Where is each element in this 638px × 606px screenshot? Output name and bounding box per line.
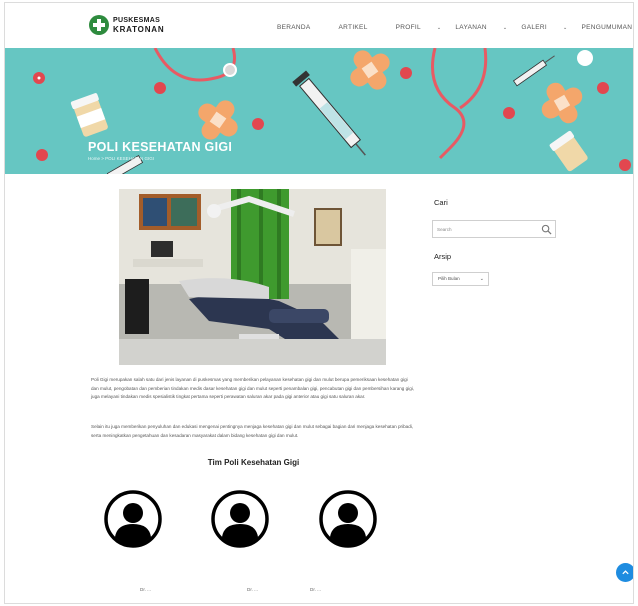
archive-month-select[interactable]: Pilih Bulan ⌄ [432,272,489,286]
search-input[interactable] [437,225,537,234]
nav-item-artikel[interactable]: ARTIKEL [339,24,382,31]
medical-cross-icon [89,15,109,35]
breadcrumb[interactable]: Home > POLI KESEHATAN GIGI [88,156,154,161]
logo-text: PUSKESMAS KRATONAN [113,16,164,34]
team-member-name: Dr. ... [247,587,258,592]
nav-item-galeri[interactable]: GALERI ⌄ [521,24,567,31]
user-avatar-icon [319,490,377,548]
team-section-title: Tim Poli Kesehatan Gigi [207,458,300,467]
team-member-name: Dr. ... [310,587,321,592]
brand-line2: KRATONAN [113,25,165,34]
chevron-down-icon: ⌄ [502,25,508,31]
main-nav: BERANDA ARTIKEL PROFIL ⌄ LAYANAN ⌄ GALERI ⌄… [277,24,633,31]
nav-label: ARTIKEL [338,24,368,31]
nav-item-layanan[interactable]: LAYANAN ⌄ [455,24,507,31]
nav-label: GALERI [521,24,548,31]
chevron-down-icon: ⌄ [436,25,442,31]
nav-item-beranda[interactable]: BERANDA [277,24,325,31]
scroll-to-top-button[interactable] [616,563,633,582]
page-frame: PUSKESMAS KRATONAN BERANDA ARTIKEL PROFI… [4,2,634,604]
page-title: POLI KESEHATAN GIGI [88,140,233,154]
user-avatar-icon [211,490,269,548]
search-icon[interactable] [541,224,552,235]
brand-line1: PUSKESMAS [113,17,161,24]
archive-select-value: Pilih Bulan [438,276,460,281]
dental-room-illustration [119,189,386,365]
article-paragraph: Poli Gigi merupakan salah satu dari jeni… [91,377,415,399]
site-header: PUSKESMAS KRATONAN BERANDA ARTIKEL PROFI… [5,3,633,48]
search-box [432,220,556,238]
chevron-down-icon: ⌄ [563,25,568,31]
search-heading: Cari [434,198,448,207]
dental-clinic-photo [119,189,386,365]
arrow-up-icon [622,570,629,575]
nav-item-pengumuman[interactable]: PENGUMUMAN [581,24,633,31]
archive-heading: Arsip [434,252,452,261]
nav-label: BERANDA [277,24,311,31]
chevron-down-icon: ⌄ [479,276,484,282]
nav-label: PENGUMUMAN [581,24,633,31]
team-member-name: Dr. ... [140,587,151,592]
site-logo[interactable]: PUSKESMAS KRATONAN [89,15,164,35]
nav-item-profil[interactable]: PROFIL ⌄ [396,24,442,31]
nav-label: LAYANAN [455,24,487,31]
page-banner: POLI KESEHATAN GIGI Home > POLI KESEHATA… [5,48,633,174]
nav-label: PROFIL [395,24,421,31]
article-paragraph: Selain itu juga memberikan penyuluhan da… [91,424,414,438]
user-avatar-icon [104,490,162,548]
